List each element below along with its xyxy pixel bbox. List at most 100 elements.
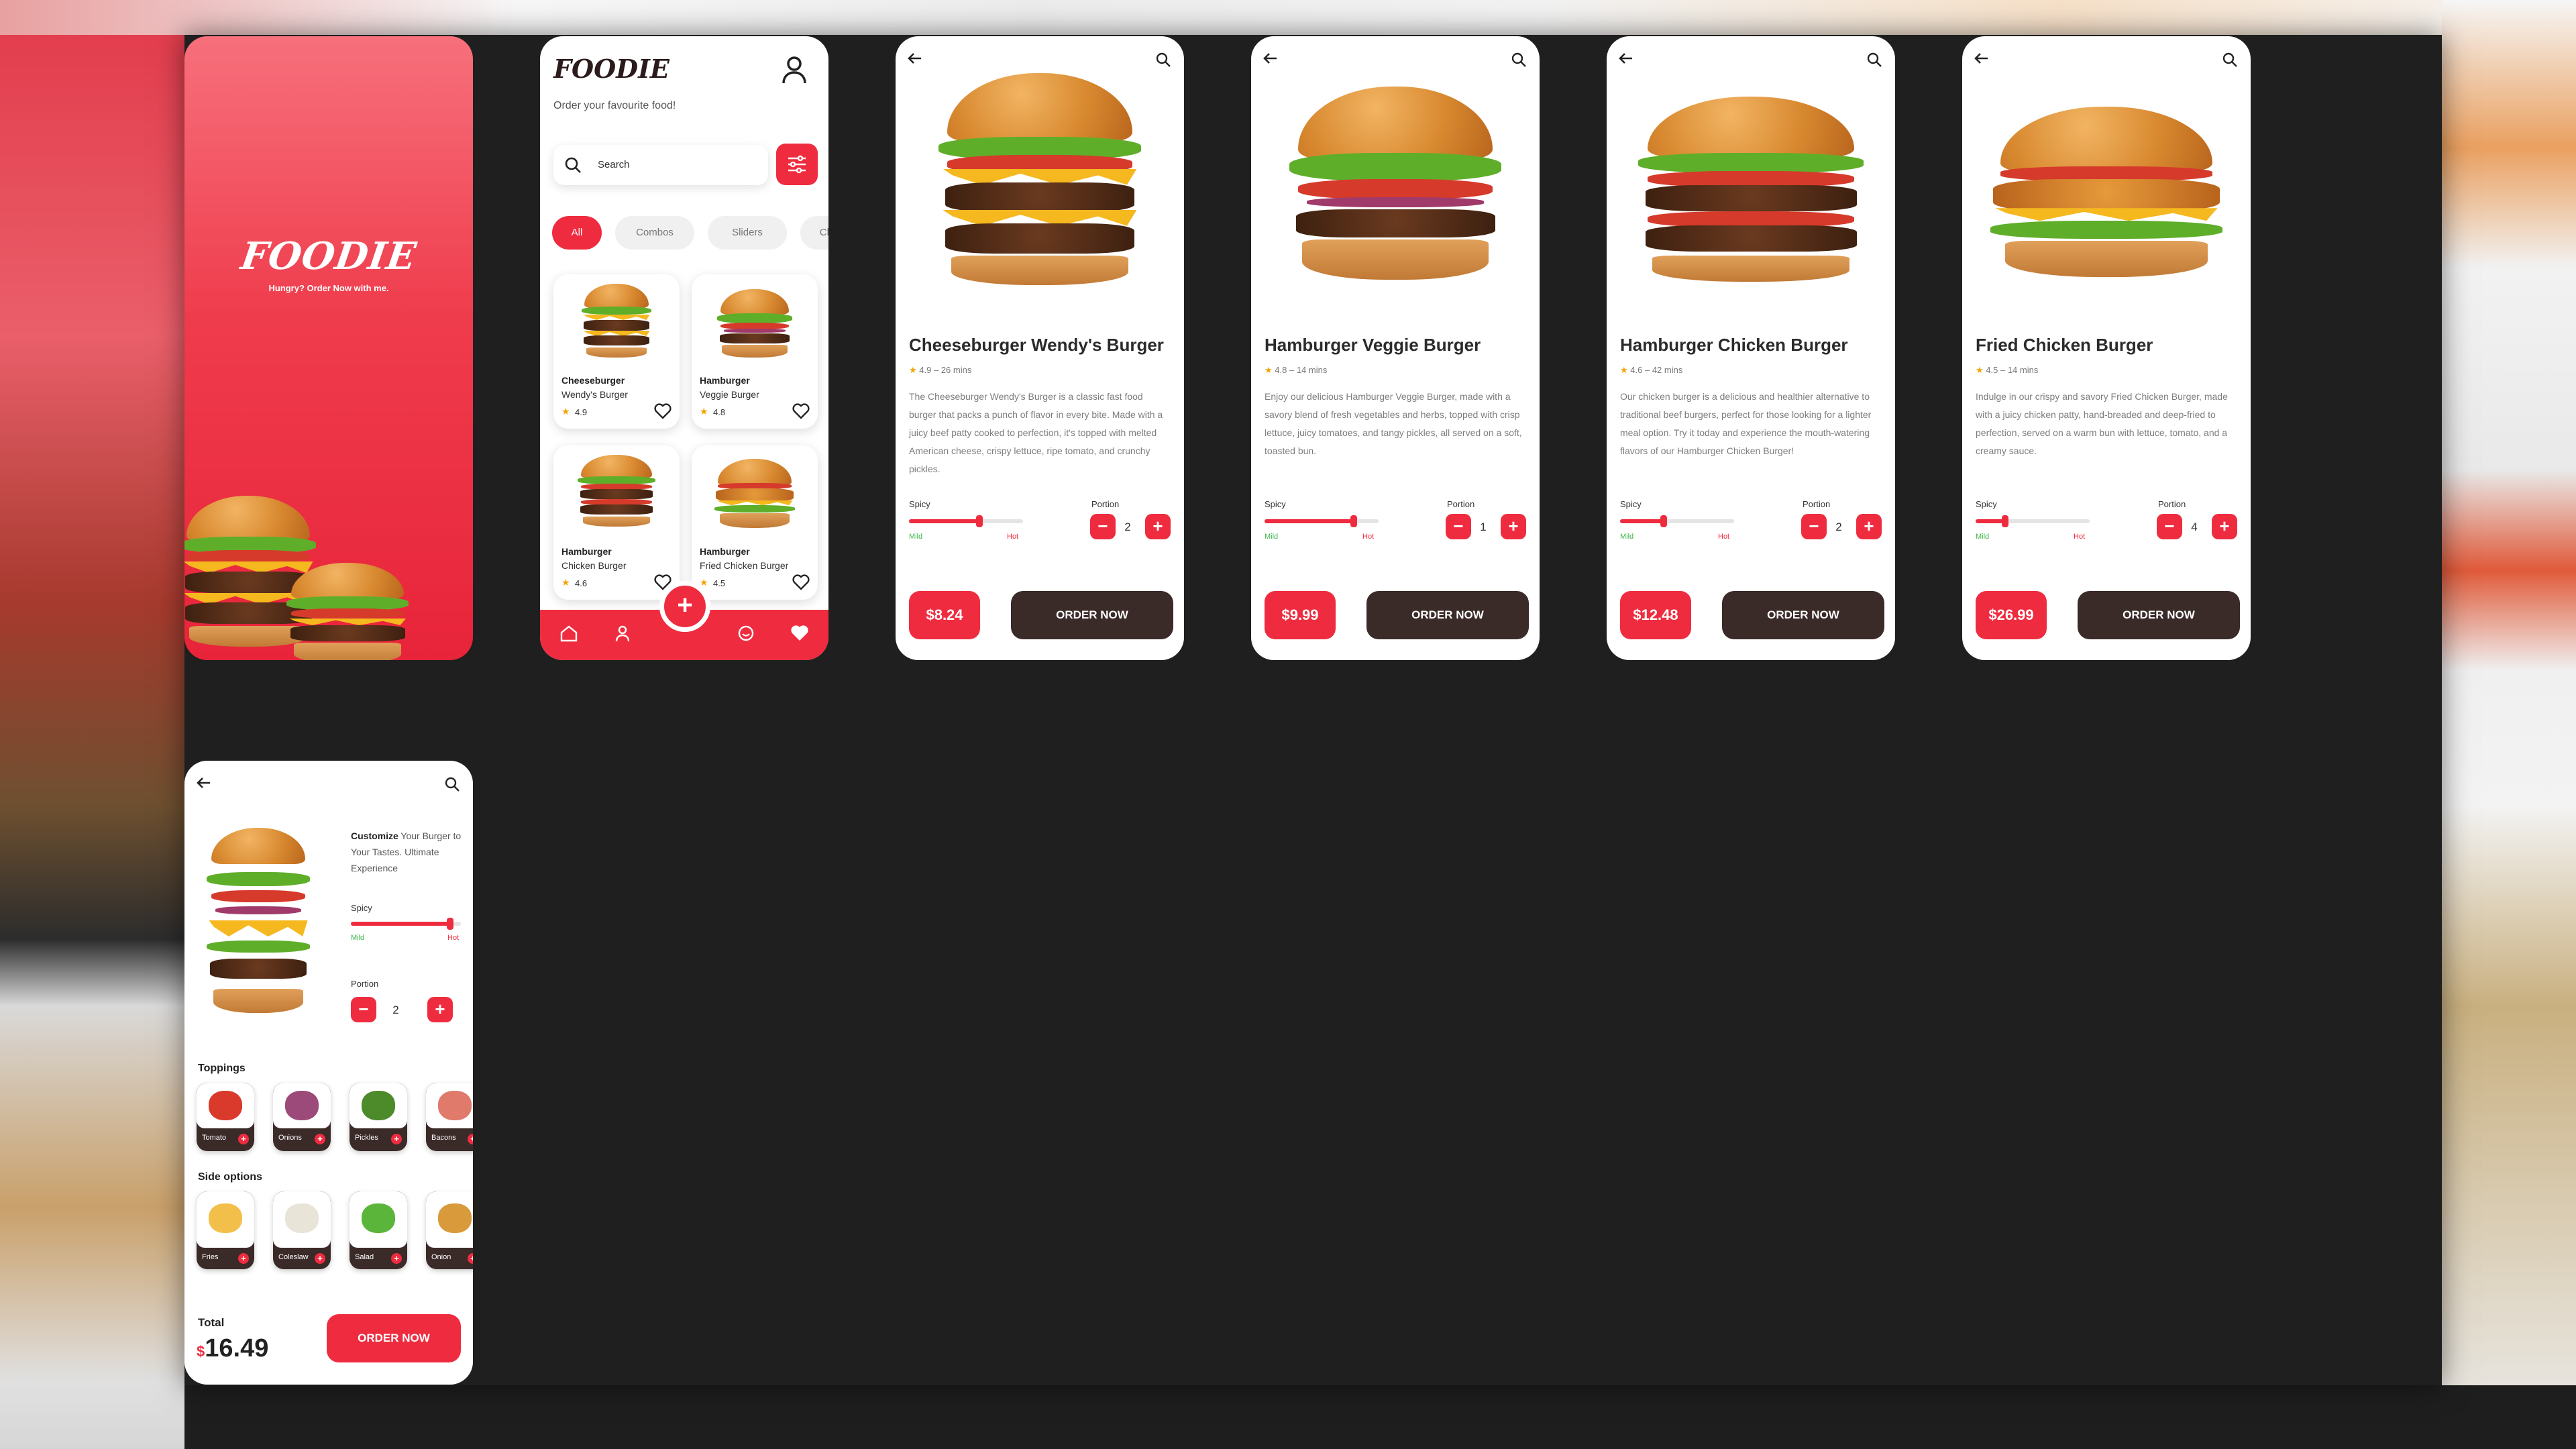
home-icon[interactable] <box>559 623 579 643</box>
spicy-label: Spicy <box>351 903 372 913</box>
side-label: Onion <box>431 1253 451 1261</box>
food-card[interactable]: Hamburger Veggie Burger ★ 4.8 <box>692 274 818 429</box>
search-icon[interactable] <box>1866 51 1883 68</box>
food-card[interactable]: Cheeseburger Wendy's Burger ★ 4.9 <box>553 274 680 429</box>
slider-handle[interactable] <box>1350 515 1357 527</box>
spicy-label: Spicy <box>1265 499 1286 509</box>
side-tile-onion[interactable]: Onion + <box>426 1191 473 1269</box>
slider-handle[interactable] <box>1660 515 1667 527</box>
search-icon[interactable] <box>2221 51 2239 68</box>
star-icon: ★ <box>1265 365 1273 375</box>
increase-portion-button[interactable]: + <box>1145 514 1171 539</box>
spicy-slider[interactable] <box>351 918 461 930</box>
filter-button[interactable] <box>776 144 818 185</box>
increase-portion-button[interactable]: + <box>2212 514 2237 539</box>
food-card[interactable]: Hamburger Fried Chicken Burger ★ 4.5 <box>692 445 818 600</box>
product-description: Our chicken burger is a delicious and he… <box>1620 391 1872 456</box>
back-arrow-icon[interactable] <box>195 774 213 792</box>
product-meta: ★ 4.8 – 14 mins <box>1265 365 1328 375</box>
side-tile-coleslaw[interactable]: Coleslaw + <box>273 1191 331 1269</box>
portion-value: 2 <box>392 1004 399 1016</box>
heart-icon[interactable] <box>792 403 810 419</box>
add-topping-button[interactable]: + <box>238 1134 249 1144</box>
product-rating: 4.6 <box>1630 365 1643 375</box>
spicy-label: Spicy <box>1620 499 1642 509</box>
spicy-slider[interactable] <box>1620 515 1734 527</box>
product-meta: ★ 4.9 – 26 mins <box>909 365 972 375</box>
order-now-button[interactable]: ORDER NOW <box>1722 591 1884 639</box>
side-tile-salad[interactable]: Salad + <box>350 1191 407 1269</box>
add-topping-button[interactable]: + <box>391 1134 402 1144</box>
product-rating: 4.8 <box>1275 365 1287 375</box>
chip-classic[interactable]: Cla <box>800 216 828 250</box>
order-now-button[interactable]: ORDER NOW <box>1366 591 1529 639</box>
heart-icon[interactable] <box>792 574 810 590</box>
search-icon[interactable] <box>1510 51 1527 68</box>
search-input[interactable]: Search <box>553 145 768 185</box>
back-arrow-icon[interactable] <box>1617 50 1635 67</box>
profile-icon[interactable] <box>612 623 633 643</box>
spicy-slider[interactable] <box>1265 515 1379 527</box>
topping-tile-tomato[interactable]: Tomato + <box>197 1083 254 1151</box>
increase-portion-button[interactable]: + <box>427 997 453 1022</box>
increase-portion-button[interactable]: + <box>1856 514 1882 539</box>
detail-screen: Cheeseburger Wendy's Burger ★ 4.9 – 26 m… <box>896 36 1184 660</box>
order-now-button[interactable]: ORDER NOW <box>1011 591 1173 639</box>
mild-label: Mild <box>1620 533 1634 541</box>
card-rating: 4.6 <box>575 578 588 588</box>
add-topping-button[interactable]: + <box>468 1134 473 1144</box>
spicy-slider[interactable] <box>1976 515 2090 527</box>
exploded-burger-image <box>205 828 312 1029</box>
increase-portion-button[interactable]: + <box>1501 514 1526 539</box>
product-time: 26 mins <box>941 365 972 375</box>
user-icon[interactable] <box>778 54 810 86</box>
chip-all[interactable]: All <box>552 216 602 250</box>
background-right-strip <box>2442 0 2576 1449</box>
detail-screen: Hamburger Veggie Burger ★ 4.8 – 14 mins … <box>1251 36 1540 660</box>
back-arrow-icon[interactable] <box>906 50 924 67</box>
back-arrow-icon[interactable] <box>1973 50 1990 67</box>
star-icon: ★ <box>561 577 570 588</box>
search-icon[interactable] <box>1155 51 1172 68</box>
splash-tagline: Hungry? Order Now with me. <box>268 283 389 293</box>
slider-handle[interactable] <box>2002 515 2009 527</box>
add-button[interactable]: + <box>659 581 710 632</box>
decrease-portion-button[interactable]: − <box>1090 514 1116 539</box>
add-topping-button[interactable]: + <box>315 1134 325 1144</box>
search-icon[interactable] <box>443 775 461 793</box>
order-now-button[interactable]: ORDER NOW <box>2078 591 2240 639</box>
decrease-portion-button[interactable]: − <box>2157 514 2182 539</box>
add-side-button[interactable]: + <box>315 1253 325 1264</box>
star-icon: ★ <box>700 406 708 417</box>
portion-label: Portion <box>1091 499 1120 509</box>
splash-burger-image-2 <box>284 563 411 660</box>
chip-sliders[interactable]: Sliders <box>708 216 787 250</box>
topping-tile-pickles[interactable]: Pickles + <box>350 1083 407 1151</box>
decrease-portion-button[interactable]: − <box>1446 514 1471 539</box>
food-card[interactable]: Hamburger Chicken Burger ★ 4.6 <box>553 445 680 600</box>
order-now-button[interactable]: ORDER NOW <box>327 1314 461 1362</box>
burger-image <box>580 284 653 364</box>
slider-handle[interactable] <box>446 918 453 930</box>
home-screen: FOODIE Order your favourite food! Search… <box>540 36 828 660</box>
sliders-icon <box>788 155 806 174</box>
decrease-portion-button[interactable]: − <box>1801 514 1827 539</box>
add-side-button[interactable]: + <box>391 1253 402 1264</box>
add-side-button[interactable]: + <box>238 1253 249 1264</box>
spicy-slider[interactable] <box>909 515 1023 527</box>
chip-combos[interactable]: Combos <box>615 216 694 250</box>
topping-tile-onions[interactable]: Onions + <box>273 1083 331 1151</box>
decrease-portion-button[interactable]: − <box>351 997 376 1022</box>
hot-label: Hot <box>1718 533 1730 541</box>
chat-icon[interactable] <box>736 623 756 643</box>
topping-tile-bacons[interactable]: Bacons + <box>426 1083 473 1151</box>
slider-handle[interactable] <box>976 515 983 527</box>
back-arrow-icon[interactable] <box>1262 50 1279 67</box>
hot-label: Hot <box>2074 533 2086 541</box>
side-tile-fries[interactable]: Fries + <box>197 1191 254 1269</box>
heart-icon[interactable] <box>654 403 672 419</box>
customize-screen: Customize Your Burger to Your Tastes. Ul… <box>184 761 473 1385</box>
portion-value: 2 <box>1124 521 1131 533</box>
favorites-icon[interactable] <box>790 623 810 643</box>
add-side-button[interactable]: + <box>468 1253 473 1264</box>
